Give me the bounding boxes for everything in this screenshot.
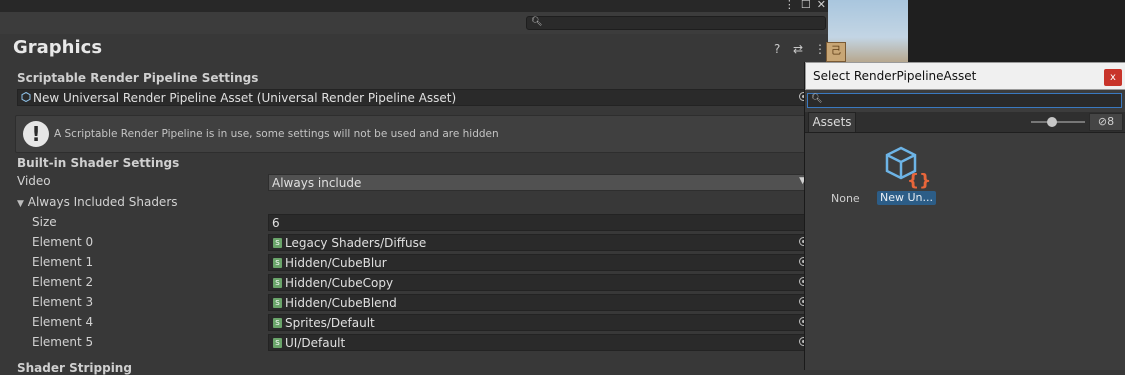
- element-label: Element 2: [32, 275, 94, 289]
- shader-icon: S: [273, 338, 282, 348]
- shader-value: Hidden/CubeBlend: [285, 296, 397, 310]
- help-box: ! A Scriptable Render Pipeline is in use…: [15, 115, 811, 153]
- shader-field[interactable]: S Hidden/CubeCopy: [268, 274, 811, 291]
- search-icon: 🔍︎: [811, 94, 823, 104]
- warning-icon: !: [23, 121, 49, 147]
- tab-assets[interactable]: Assets: [808, 112, 856, 132]
- none-option[interactable]: None: [831, 192, 860, 205]
- element-label: Element 3: [32, 295, 94, 309]
- element-label: Element 1: [32, 255, 94, 269]
- shader-icon: S: [273, 258, 282, 268]
- picker-search-input[interactable]: 🔍︎: [807, 93, 1122, 108]
- size-field[interactable]: 6: [268, 214, 811, 231]
- window-controls: ⋮ ☐ ✕: [780, 0, 826, 12]
- shader-icon: S: [273, 318, 282, 328]
- video-value: Always include: [272, 176, 362, 190]
- shader-field[interactable]: S Sprites/Default: [268, 314, 811, 331]
- search-icon: 🔍︎: [531, 17, 543, 27]
- more-icon[interactable]: ⋮: [814, 42, 826, 56]
- zoom-slider-handle[interactable]: [1047, 117, 1057, 127]
- svg-text:{}: {}: [907, 171, 931, 190]
- shader-value: UI/Default: [285, 336, 346, 350]
- video-label: Video: [17, 174, 51, 188]
- size-label: Size: [32, 215, 57, 229]
- shader-icon: S: [273, 238, 282, 248]
- pipeline-asset-icon: [21, 92, 31, 102]
- scene-background-dark: [908, 0, 1125, 62]
- always-included-label: Always Included Shaders: [27, 195, 178, 209]
- foldout-arrow-icon: ▼: [17, 199, 24, 209]
- shader-value: Hidden/CubeCopy: [285, 276, 394, 290]
- page-title: Graphics: [13, 37, 103, 58]
- shader-field[interactable]: S UI/Default: [268, 334, 811, 351]
- always-included-foldout[interactable]: ▼ Always Included Shaders: [17, 195, 178, 209]
- asset-item-label[interactable]: New Un...: [877, 191, 937, 205]
- eye-hidden-icon: ⊘: [1097, 115, 1108, 128]
- maximize-icon[interactable]: ☐: [801, 0, 811, 12]
- stripping-section-header: Shader Stripping: [17, 361, 132, 375]
- shader-icon: S: [273, 278, 282, 288]
- shader-value: Hidden/CubeBlur: [285, 256, 387, 270]
- shader-value: Sprites/Default: [285, 316, 375, 330]
- help-icon[interactable]: ?: [774, 42, 780, 56]
- element-label: Element 5: [32, 335, 94, 349]
- help-text: A Scriptable Render Pipeline is in use, …: [54, 128, 499, 140]
- close-button[interactable]: x: [1104, 69, 1122, 86]
- popup-titlebar: Select RenderPipelineAsset x: [805, 62, 1125, 90]
- picker-tabbar: Assets ⊘8: [805, 112, 1125, 133]
- window-title-strip: [0, 0, 828, 12]
- size-value: 6: [272, 216, 280, 230]
- popup-title: Select RenderPipelineAsset: [813, 69, 977, 83]
- more-icon[interactable]: ⋮: [784, 0, 795, 12]
- shader-field[interactable]: S Hidden/CubeBlend: [268, 294, 811, 311]
- element-label: Element 0: [32, 235, 94, 249]
- element-label: Element 4: [32, 315, 94, 329]
- settings-sliders-icon[interactable]: ⇄: [793, 42, 803, 56]
- close-icon[interactable]: ✕: [817, 0, 826, 12]
- srp-section-header: Scriptable Render Pipeline Settings: [17, 71, 259, 85]
- shader-value: Legacy Shaders/Diffuse: [285, 236, 427, 250]
- shader-field[interactable]: S Legacy Shaders/Diffuse: [268, 234, 811, 251]
- shader-icon: S: [273, 298, 282, 308]
- builtin-section-header: Built-in Shader Settings: [17, 156, 180, 170]
- scene-sign: 己: [826, 42, 846, 62]
- shader-field[interactable]: S Hidden/CubeBlur: [268, 254, 811, 271]
- zoom-slider-track[interactable]: [1031, 121, 1085, 123]
- srp-asset-field[interactable]: New Universal Render Pipeline Asset (Uni…: [17, 89, 811, 106]
- object-picker-window: Select RenderPipelineAsset x 🔍︎ Assets ⊘…: [804, 62, 1125, 370]
- hidden-count: 8: [1107, 115, 1115, 128]
- video-dropdown[interactable]: Always include ▼: [268, 174, 811, 191]
- search-input[interactable]: 🔍︎: [526, 16, 826, 30]
- pipeline-asset-icon[interactable]: {}: [883, 146, 931, 190]
- srp-asset-value: New Universal Render Pipeline Asset (Uni…: [33, 91, 457, 105]
- hidden-packages-toggle[interactable]: ⊘8: [1089, 113, 1123, 131]
